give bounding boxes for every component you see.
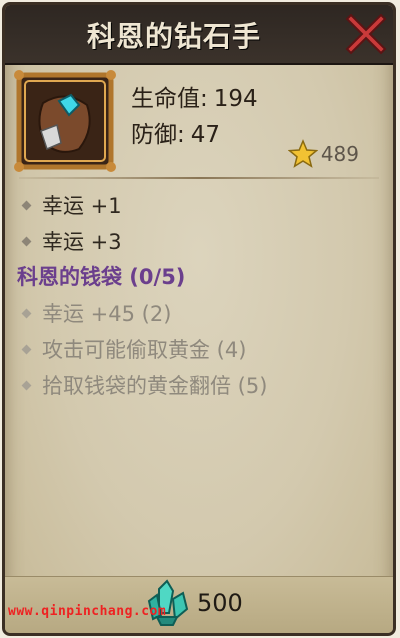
title-bar: 科恩的钻石手 xyxy=(5,5,393,65)
set-bonus-text: 拾取钱袋的黄金翻倍 (5) xyxy=(42,374,268,398)
diamond-bullet-icon xyxy=(21,236,32,246)
diamond-bullet-icon xyxy=(21,308,32,318)
item-icon-frame xyxy=(13,69,117,173)
price-value: 500 xyxy=(197,589,243,617)
stat-defense: 防御: 47 xyxy=(131,117,258,153)
set-bonus-row: 攻击可能偷取黄金 (4) xyxy=(17,331,381,367)
divider xyxy=(19,177,379,179)
item-title: 科恩的钻石手 xyxy=(86,20,261,53)
set-title: 科恩的钱袋 (0/5) xyxy=(17,265,186,289)
stat-label: 防御: xyxy=(131,122,185,148)
set-bonus-row: 拾取钱袋的黄金翻倍 (5) xyxy=(17,367,381,403)
rating-value: 489 xyxy=(320,142,359,166)
item-price: 500 xyxy=(145,579,243,627)
star-icon xyxy=(287,139,318,168)
set-bonus-text: 幸运 +45 (2) xyxy=(42,302,172,326)
watermark-text: www.qinpinchang.com xyxy=(8,604,167,619)
attribute-row: 幸运 +3 xyxy=(17,223,381,259)
attribute-row: 幸运 +1 xyxy=(17,187,381,223)
stat-value: 47 xyxy=(190,122,221,148)
stat-health: 生命值: 194 xyxy=(131,81,258,117)
close-x-icon xyxy=(345,13,387,55)
stat-label: 生命值: xyxy=(131,86,208,112)
item-tooltip-panel: 科恩的钻石手 生命值: 194 防御: 47 489 幸运 +1 幸运 +3 科… xyxy=(2,2,396,636)
attribute-list: 幸运 +1 幸运 +3 科恩的钱袋 (0/5) 幸运 +45 (2) 攻击可能偷… xyxy=(17,187,381,403)
diamond-bullet-icon xyxy=(21,344,32,354)
diamond-glove-icon xyxy=(14,70,116,172)
item-rating: 489 xyxy=(287,139,359,169)
stat-value: 194 xyxy=(213,86,258,112)
attribute-text: 幸运 +1 xyxy=(42,194,122,218)
gem-crystal-icon xyxy=(147,579,189,626)
attribute-text: 幸运 +3 xyxy=(42,230,122,254)
diamond-bullet-icon xyxy=(21,380,32,390)
set-bonus-row: 幸运 +45 (2) xyxy=(17,295,381,331)
diamond-bullet-icon xyxy=(21,200,32,210)
item-stats: 生命值: 194 防御: 47 xyxy=(131,81,258,153)
close-button[interactable] xyxy=(343,11,389,57)
set-bonus-text: 攻击可能偷取黄金 (4) xyxy=(42,338,247,362)
